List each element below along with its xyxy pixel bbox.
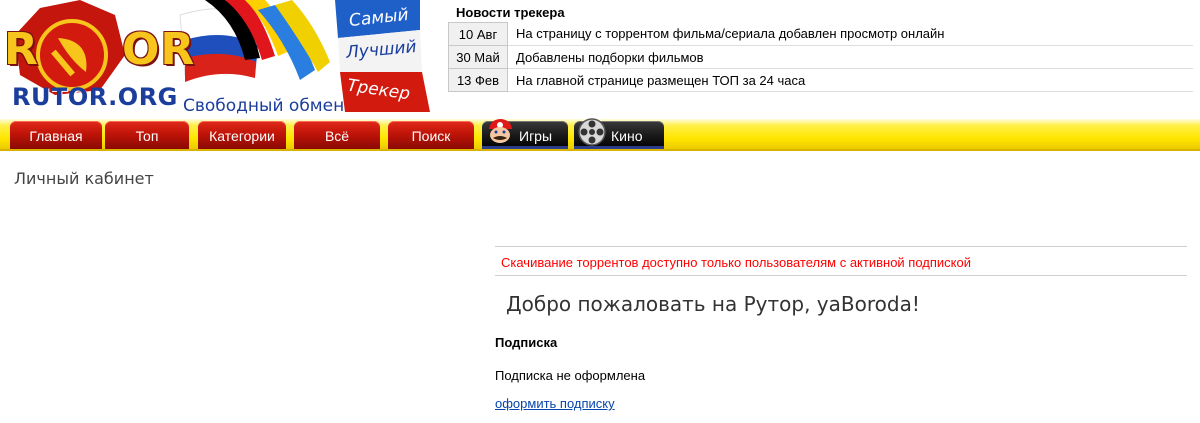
tab-movies[interactable]: Кино <box>574 118 664 149</box>
news-text: На страницу с торрентом фильма/сериала д… <box>516 22 1193 46</box>
logo-letters-or: OR <box>122 24 196 75</box>
news-text: На главной странице размещен ТОП за 24 ч… <box>516 68 1193 92</box>
subscribe-link[interactable]: оформить подписку <box>495 396 615 411</box>
tracker-news: Новости трекера 10 Авг На страницу с тор… <box>448 0 1193 92</box>
mario-icon <box>489 119 512 143</box>
tab-main[interactable]: Главная <box>10 121 102 149</box>
news-text: Добавлены подборки фильмов <box>516 45 1193 69</box>
news-table: 10 Авг На страницу с торрентом фильма/се… <box>448 22 1193 92</box>
subscription-notice: Скачивание торрентов доступно только пол… <box>495 246 1187 276</box>
logo-slogan: Свободный обмен <box>183 96 345 116</box>
tab-top[interactable]: Топ <box>105 121 189 149</box>
tab-search[interactable]: Поиск <box>388 121 474 149</box>
news-date: 13 Фев <box>448 68 508 92</box>
film-reel-icon <box>578 118 606 146</box>
site-logo[interactable]: R OR RUTOR.ORG Свободный обмен Самый Луч… <box>0 0 440 122</box>
tab-games[interactable]: Игры <box>482 119 568 149</box>
main-menu: Главная Топ Категории Всё Поиск Игры Кин… <box>0 118 1200 151</box>
logo-letter-r: R <box>4 24 39 75</box>
subscription-status: Подписка не оформлена <box>495 368 646 383</box>
news-row: 13 Фев На главной странице размещен ТОП … <box>448 68 1193 92</box>
subscription-heading: Подписка <box>495 335 558 350</box>
tab-all[interactable]: Всё <box>294 121 380 149</box>
news-date: 10 Авг <box>448 22 508 46</box>
news-row: 30 Май Добавлены подборки фильмов <box>448 45 1193 69</box>
tab-categories[interactable]: Категории <box>198 121 286 149</box>
news-date: 30 Май <box>448 45 508 69</box>
logo-site-name: RUTOR.ORG <box>12 83 178 111</box>
welcome-message: Добро пожаловать на Рутор, yaBoroda! <box>506 292 920 316</box>
news-row: 10 Авг На страницу с торрентом фильма/се… <box>448 22 1193 46</box>
page-title: Личный кабинет <box>14 169 154 188</box>
news-title: Новости трекера <box>456 5 565 20</box>
